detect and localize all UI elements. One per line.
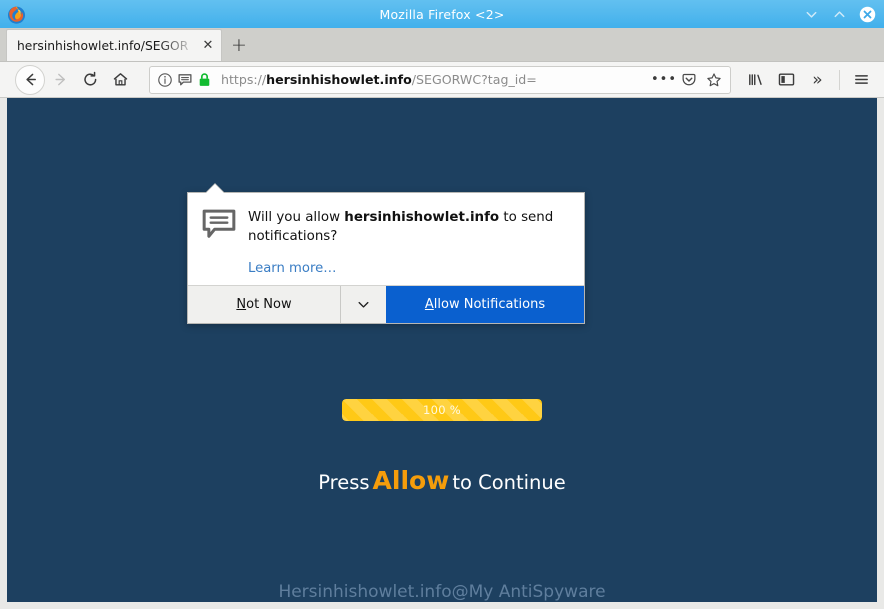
close-button[interactable]	[859, 6, 876, 23]
browser-tab-active[interactable]: hersinhishowlet.info/SEGOR ✕	[6, 29, 222, 61]
popup-text-block: Will you allow hersinhishowlet.info to s…	[240, 208, 568, 276]
reload-button[interactable]	[75, 65, 105, 95]
new-tab-button[interactable]: +	[222, 29, 256, 61]
web-page: 100 % Press Allow to Continue Hersinhishow…	[7, 98, 877, 602]
allow-accesskey: A	[424, 297, 434, 313]
url-text: https://hersinhishowlet.info/SEGORWC?tag…	[221, 72, 649, 87]
notification-permission-popup: Will you allow hersinhishowlet.info to s…	[187, 184, 585, 325]
press-allow-highlight: Allow	[372, 466, 450, 495]
url-scheme: https://	[221, 72, 267, 87]
window-title: Mozilla Firefox <2>	[379, 6, 505, 22]
content-area: 100 % Press Allow to Continue Hersinhishow…	[0, 98, 884, 609]
back-button[interactable]	[15, 64, 45, 95]
not-now-button[interactable]: Not Now	[188, 286, 341, 324]
tab-close-icon[interactable]: ✕	[199, 37, 217, 55]
learn-more-link[interactable]: Learn more…	[248, 261, 336, 276]
home-icon[interactable]	[105, 65, 135, 95]
speech-bubble-icon	[202, 208, 240, 276]
progress-bar-fill: 100 %	[342, 399, 542, 421]
url-host: hersinhishowlet.info	[266, 72, 412, 87]
popup-arrow	[206, 184, 224, 193]
press-allow-message: Press Allow to Continue	[7, 466, 877, 495]
maximize-button[interactable]	[831, 6, 848, 23]
popup-body: Will you allow hersinhishowlet.info to s…	[188, 193, 584, 285]
permission-dropdown-button[interactable]	[341, 286, 386, 323]
notification-permission-icon[interactable]	[177, 72, 193, 88]
overflow-menu-button[interactable]: »	[803, 66, 832, 94]
window-controls	[803, 6, 876, 23]
page-footer-text: Hersinhishowlet.info@My AntiSpyware	[278, 582, 606, 602]
press-prefix: Press	[318, 471, 370, 494]
toolbar-right-buttons: »	[741, 66, 876, 94]
urlbar-actions: •••	[651, 69, 725, 91]
url-bar[interactable]: https://hersinhishowlet.info/SEGORWC?tag…	[149, 65, 731, 94]
page-actions-button[interactable]: •••	[651, 69, 676, 91]
progress-bar: 100 %	[342, 399, 542, 421]
tab-strip: hersinhishowlet.info/SEGOR ✕ +	[0, 28, 884, 62]
page-info-icon[interactable]	[157, 72, 173, 88]
padlock-icon[interactable]	[197, 72, 212, 88]
not-now-rest: ot Now	[246, 297, 292, 313]
allow-rest: llow Notifications	[433, 297, 546, 313]
question-prefix: Will you allow	[248, 210, 345, 225]
press-suffix: to Continue	[452, 471, 566, 494]
url-path: /SEGORWC?tag_id=	[411, 72, 537, 87]
firefox-logo-icon	[6, 4, 27, 25]
bookmark-star-icon[interactable]	[703, 69, 725, 91]
permission-question: Will you allow hersinhishowlet.info to s…	[248, 208, 568, 246]
firefox-window: Mozilla Firefox <2> hersinhishowlet.info…	[0, 0, 884, 609]
library-icon[interactable]	[741, 66, 770, 94]
pocket-icon[interactable]	[678, 69, 700, 91]
progress-bar-label: 100 %	[422, 403, 462, 417]
sidebar-icon[interactable]	[772, 66, 801, 94]
window-titlebar: Mozilla Firefox <2>	[0, 0, 884, 28]
app-menu-button[interactable]	[847, 66, 876, 94]
minimize-button[interactable]	[803, 6, 820, 23]
allow-notifications-button[interactable]: Allow Notifications	[386, 286, 584, 324]
not-now-accesskey: N	[236, 297, 247, 313]
forward-button[interactable]	[45, 65, 75, 95]
toolbar-separator	[839, 69, 840, 90]
popup-actions: Not Now Allow Notifications	[188, 285, 584, 324]
navigation-toolbar: https://hersinhishowlet.info/SEGORWC?tag…	[0, 62, 884, 98]
tab-title: hersinhishowlet.info/SEGOR	[17, 38, 189, 53]
question-host: hersinhishowlet.info	[344, 210, 500, 225]
